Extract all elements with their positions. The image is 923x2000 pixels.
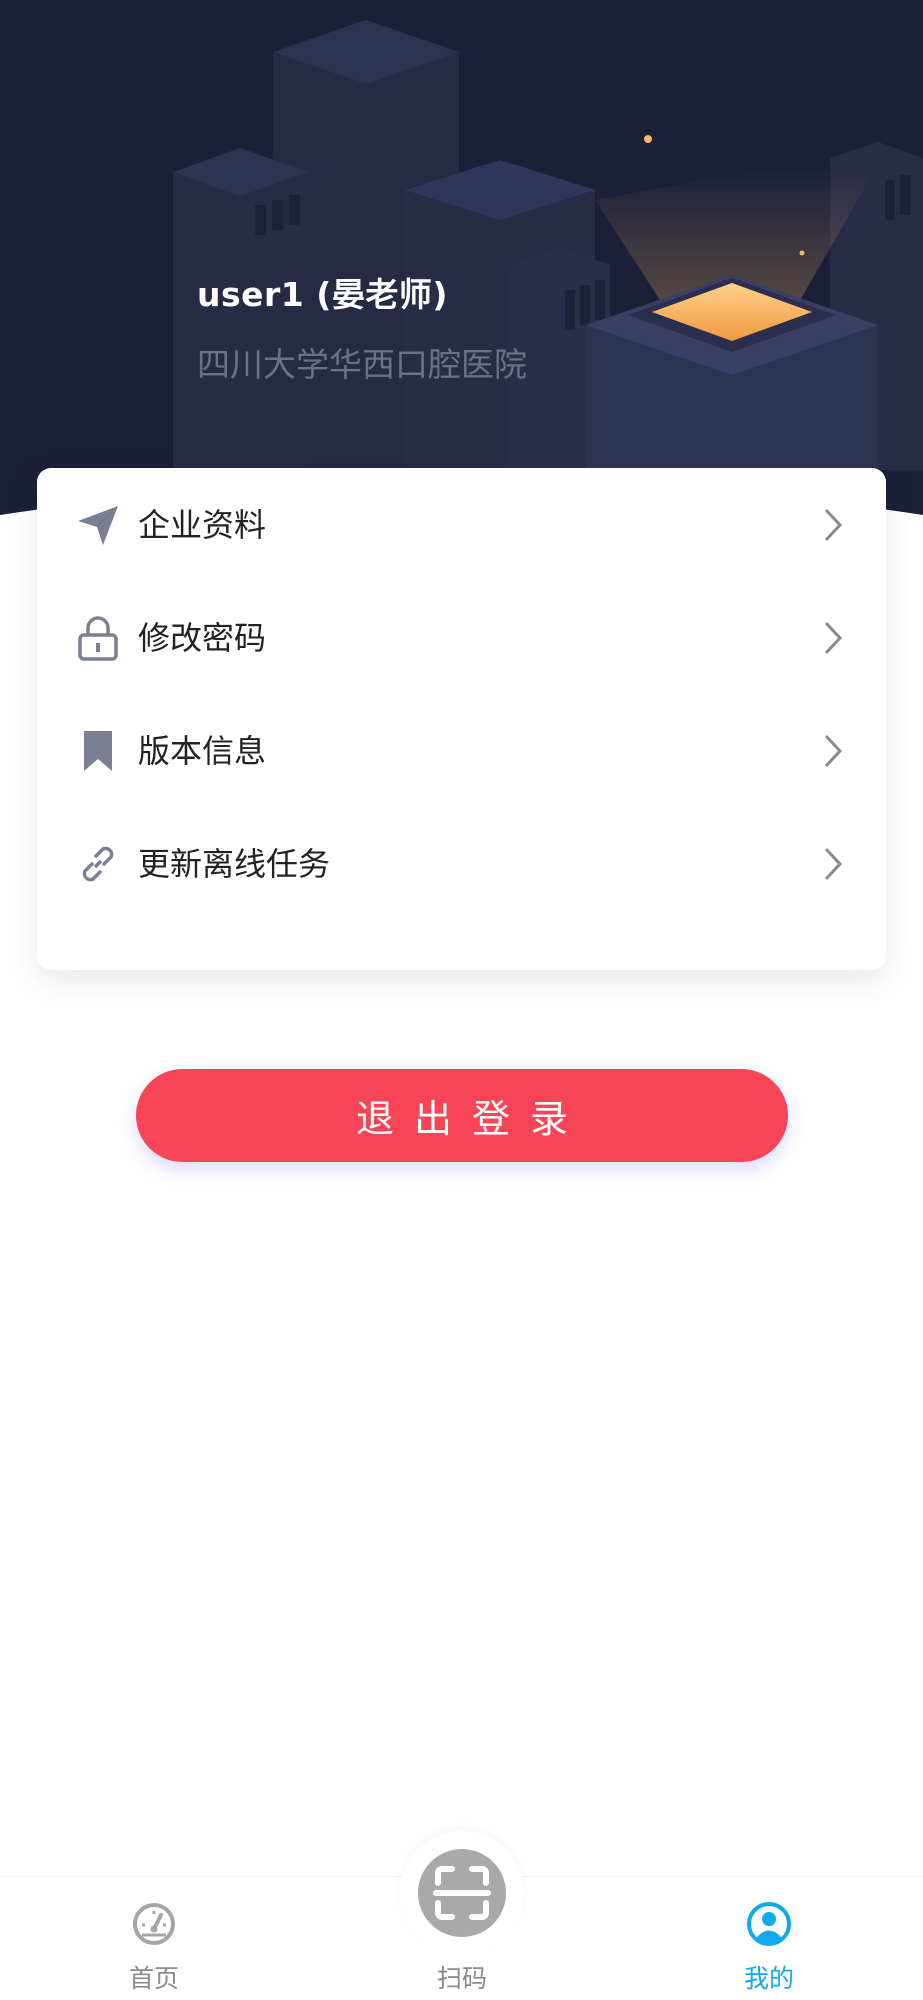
menu-item-label: 版本信息 (138, 732, 267, 770)
tab-label: 扫码 (436, 1964, 487, 1993)
chevron-right-icon (824, 847, 843, 881)
scan-button-wrapper (400, 1831, 524, 1955)
organization-name: 四川大学华西口腔医院 (197, 345, 527, 384)
scan-button[interactable] (418, 1849, 506, 1937)
profile-header: user1 (晏老师) 四川大学华西口腔医院 (0, 0, 923, 530)
tab-mine[interactable]: 我的 (689, 1877, 849, 2000)
menu-item-update-offline-tasks[interactable]: 更新离线任务 (37, 807, 886, 920)
logout-button[interactable]: 退出登录 (136, 1069, 788, 1162)
chevron-right-icon (824, 734, 843, 768)
bookmark-icon (75, 728, 121, 774)
menu-item-label: 修改密码 (138, 619, 267, 657)
tab-label: 我的 (743, 1964, 794, 1993)
chevron-right-icon (824, 621, 843, 655)
dashboard-icon (133, 1903, 175, 1945)
user-circle-icon (747, 1902, 791, 1946)
link-icon (75, 841, 121, 887)
chevron-right-icon (824, 508, 843, 542)
menu-item-label: 更新离线任务 (138, 845, 331, 883)
menu-item-company-info[interactable]: 企业资料 (37, 468, 886, 581)
paper-plane-icon (75, 502, 121, 548)
user-name: user1 (晏老师) (197, 275, 448, 314)
lock-icon (75, 615, 121, 661)
tab-home[interactable]: 首页 (74, 1877, 234, 2000)
tab-label: 首页 (128, 1964, 179, 1993)
menu-item-version-info[interactable]: 版本信息 (37, 694, 886, 807)
settings-menu: 企业资料 修改密码 版本信息 更新离线任务 (37, 468, 886, 970)
menu-item-change-password[interactable]: 修改密码 (37, 581, 886, 694)
user-info: user1 (晏老师) 四川大学华西口腔医院 (197, 268, 527, 386)
menu-item-label: 企业资料 (138, 506, 267, 544)
city-illustration (0, 0, 923, 530)
scan-icon (433, 1866, 491, 1920)
